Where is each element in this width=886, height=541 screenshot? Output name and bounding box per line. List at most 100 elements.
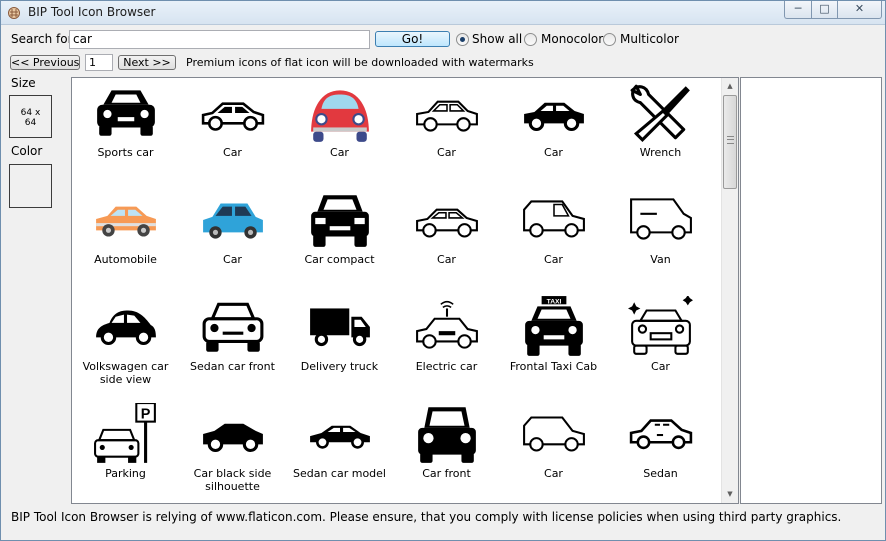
size-label: Size bbox=[11, 76, 36, 90]
icon-label: Wrench bbox=[639, 146, 682, 159]
radio-show-all[interactable] bbox=[456, 33, 469, 46]
size-value-line2: 64 bbox=[24, 118, 37, 128]
svg-text:TAXI: TAXI bbox=[547, 298, 562, 305]
scroll-up-button[interactable]: ▲ bbox=[722, 78, 738, 94]
svg-text:P: P bbox=[141, 407, 151, 423]
wrench-icon bbox=[630, 84, 690, 143]
icon-label: Car bbox=[651, 360, 670, 373]
radio-multicolor-label[interactable]: Multicolor bbox=[620, 32, 679, 46]
icon-label: Car bbox=[437, 146, 456, 159]
icon-cell[interactable]: Car bbox=[393, 78, 500, 185]
icon-label: Car bbox=[544, 146, 563, 159]
watermark-notice: Premium icons of flat icon will be downl… bbox=[186, 56, 534, 69]
icon-cell[interactable]: Car compact bbox=[286, 185, 393, 292]
icon-grid: Sports car Car Car Car Car Wrench Automo… bbox=[71, 77, 739, 504]
icon-cell[interactable]: Volkswagen car side view bbox=[72, 292, 179, 399]
car-compact-icon bbox=[311, 195, 369, 247]
previous-button[interactable]: << Previous bbox=[10, 55, 80, 70]
icon-label: Car front bbox=[422, 467, 471, 480]
icon-label: Electric car bbox=[415, 360, 478, 373]
app-window: BIP Tool Icon Browser ─ □ ✕ Search for c… bbox=[0, 0, 886, 541]
car-outline-icon bbox=[416, 208, 478, 238]
vertical-scrollbar[interactable]: ▲ ▼ bbox=[721, 78, 738, 503]
taxi-icon: TAXI bbox=[525, 296, 583, 356]
sedan-model-icon bbox=[310, 425, 370, 449]
icon-cell[interactable]: Sedan car model bbox=[286, 399, 393, 503]
icon-cell[interactable]: Car bbox=[607, 292, 714, 399]
icon-cell[interactable]: Van bbox=[607, 185, 714, 292]
blue-car-icon bbox=[203, 203, 263, 239]
car-front-icon bbox=[202, 302, 264, 352]
icon-cell[interactable]: P Parking bbox=[72, 399, 179, 503]
color-picker[interactable] bbox=[9, 164, 52, 208]
next-button[interactable]: Next >> bbox=[118, 55, 176, 70]
icon-cell[interactable]: Sports car bbox=[72, 78, 179, 185]
icon-cell[interactable]: Delivery truck bbox=[286, 292, 393, 399]
icon-cell[interactable]: Car bbox=[179, 185, 286, 292]
car-front-icon bbox=[418, 407, 476, 463]
size-value-line1: 64 x bbox=[20, 108, 41, 118]
icon-label: Car black side silhouette bbox=[193, 467, 272, 493]
parking-icon: P bbox=[94, 403, 156, 463]
icon-cell[interactable]: Automobile bbox=[72, 185, 179, 292]
scroll-down-button[interactable]: ▼ bbox=[722, 486, 738, 502]
sports-car-icon bbox=[97, 90, 155, 136]
window-title: BIP Tool Icon Browser bbox=[28, 5, 156, 19]
icon-cell[interactable]: Car front bbox=[393, 399, 500, 503]
car-outline-icon bbox=[416, 100, 478, 132]
car-outline-icon bbox=[201, 102, 265, 131]
icon-cell[interactable]: Sedan bbox=[607, 399, 714, 503]
icon-cell[interactable]: Car bbox=[286, 78, 393, 185]
beetle-car-icon bbox=[96, 310, 156, 346]
icon-label: Automobile bbox=[94, 253, 157, 266]
icon-cell[interactable]: Car bbox=[500, 185, 607, 292]
go-button[interactable]: Go! bbox=[375, 31, 450, 47]
status-text: BIP Tool Icon Browser is relying of www.… bbox=[11, 510, 842, 524]
size-value: 64 x 64 bbox=[10, 108, 51, 128]
minimize-button[interactable]: ─ bbox=[784, 1, 811, 19]
grip-icon bbox=[727, 136, 734, 144]
radio-show-all-label[interactable]: Show all bbox=[472, 32, 522, 46]
icon-label: Car bbox=[544, 467, 563, 480]
hatchback-icon bbox=[523, 416, 585, 452]
preview-panel bbox=[740, 77, 882, 504]
delivery-truck-icon bbox=[310, 308, 370, 347]
icon-cell[interactable]: Car bbox=[500, 399, 607, 503]
icon-label: Sports car bbox=[97, 146, 154, 159]
page-number-input[interactable]: 1 bbox=[85, 54, 113, 71]
electric-car-icon bbox=[416, 300, 478, 349]
search-input[interactable]: car bbox=[69, 30, 370, 49]
radio-monocolor-label[interactable]: Monocolor bbox=[541, 32, 603, 46]
radio-multicolor[interactable] bbox=[603, 33, 616, 46]
maximize-button[interactable]: □ bbox=[811, 1, 837, 19]
icon-label: Car bbox=[437, 253, 456, 266]
radio-monocolor[interactable] bbox=[524, 33, 537, 46]
size-selector[interactable]: 64 x 64 bbox=[9, 95, 52, 138]
beetle-car-icon bbox=[311, 90, 369, 142]
icon-label: Parking bbox=[105, 467, 146, 480]
search-label: Search for bbox=[11, 32, 73, 46]
icon-label: Volkswagen car side view bbox=[82, 360, 169, 386]
icon-cell[interactable]: Car bbox=[393, 185, 500, 292]
icon-cell[interactable]: Sedan car front bbox=[179, 292, 286, 399]
van-icon bbox=[630, 198, 692, 240]
title-bar[interactable]: BIP Tool Icon Browser ─ □ ✕ bbox=[1, 1, 885, 25]
icon-cell[interactable]: Car black side silhouette bbox=[179, 399, 286, 503]
close-button[interactable]: ✕ bbox=[837, 1, 882, 19]
icon-label: Car bbox=[223, 146, 242, 159]
minimize-icon: ─ bbox=[794, 2, 802, 15]
clean-car-icon bbox=[628, 296, 693, 355]
maximize-icon: □ bbox=[819, 2, 830, 15]
icon-cell[interactable]: Car bbox=[500, 78, 607, 185]
icon-cell[interactable]: Car bbox=[179, 78, 286, 185]
icon-cell[interactable]: Electric car bbox=[393, 292, 500, 399]
icon-label: Car compact bbox=[304, 253, 375, 266]
icon-label: Car bbox=[223, 253, 242, 266]
icon-cell[interactable]: Wrench bbox=[607, 78, 714, 185]
icon-label: Van bbox=[650, 253, 671, 266]
icon-label: Sedan bbox=[643, 467, 678, 480]
icon-label: Car bbox=[544, 253, 563, 266]
scroll-thumb[interactable] bbox=[723, 95, 737, 189]
icon-cell[interactable]: TAXI Frontal Taxi Cab bbox=[500, 292, 607, 399]
app-icon bbox=[8, 7, 20, 19]
